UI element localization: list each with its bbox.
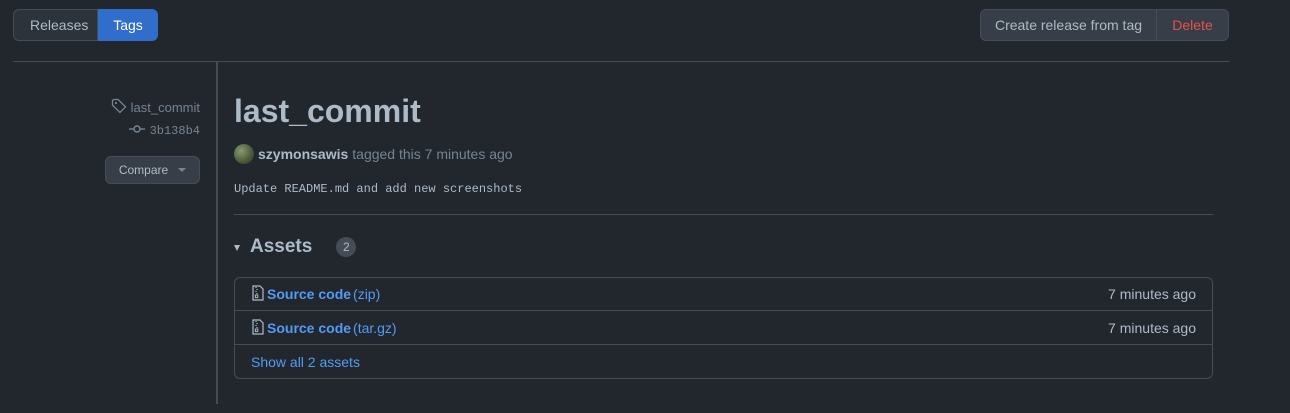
asset-link-zip[interactable]: Source code (zip) (251, 284, 381, 304)
list-item: Source code (zip) 7 minutes ago (235, 278, 1212, 311)
compare-label: Compare (118, 163, 169, 177)
author-link[interactable]: szymonsawis (258, 146, 348, 162)
tag-actions: Create release from tag Delete (980, 9, 1229, 41)
release-byline: szymonsawis tagged this 7 minutes ago (234, 144, 513, 164)
git-commit-icon (128, 124, 145, 138)
tab-releases[interactable]: Releases (13, 9, 98, 41)
assets-toggle[interactable]: Assets 2 (234, 236, 357, 258)
avatar[interactable] (234, 144, 254, 164)
tagged-text: tagged this 7 minutes ago (352, 146, 513, 162)
tag-name: last_commit (130, 100, 200, 115)
file-zip-icon (251, 284, 265, 304)
asset-link-tar-gz[interactable]: Source code (tar.gz) (251, 318, 397, 338)
asset-name: Source code (267, 320, 352, 336)
release-sidebar: last_commit 3b138b4 Compare (13, 62, 216, 404)
releases-tags-switch: Releases Tags (13, 9, 158, 41)
assets-list: Source code (zip) 7 minutes ago Source c… (234, 277, 1213, 379)
asset-time: 7 minutes ago (1108, 320, 1196, 336)
tag-icon (111, 98, 127, 117)
tag-link[interactable]: last_commit (111, 98, 200, 117)
triangle-down-icon (234, 245, 240, 251)
top-toolbar: Releases Tags Create release from tag De… (13, 9, 1229, 41)
release-title[interactable]: last_commit (234, 93, 421, 130)
asset-ext: (tar.gz) (353, 320, 397, 336)
tab-tags[interactable]: Tags (98, 9, 158, 41)
chevron-down-icon (178, 168, 187, 172)
file-zip-icon (251, 318, 265, 338)
delete-button[interactable]: Delete (1157, 9, 1229, 41)
compare-button[interactable]: Compare (105, 156, 200, 184)
commit-link[interactable]: 3b138b4 (128, 124, 200, 138)
timeline-line (216, 62, 218, 404)
list-item: Source code (tar.gz) 7 minutes ago (235, 312, 1212, 345)
asset-name: Source code (267, 286, 352, 302)
commit-message: Update README.md and add new screenshots (234, 182, 523, 196)
commit-sha: 3b138b4 (149, 124, 200, 138)
asset-time: 7 minutes ago (1108, 286, 1196, 302)
show-all-assets-link[interactable]: Show all 2 assets (251, 354, 360, 370)
asset-ext: (zip) (353, 286, 381, 302)
assets-heading: Assets (250, 236, 313, 257)
divider (234, 214, 1213, 215)
create-release-button[interactable]: Create release from tag (980, 9, 1157, 41)
assets-count-badge: 2 (336, 237, 357, 257)
